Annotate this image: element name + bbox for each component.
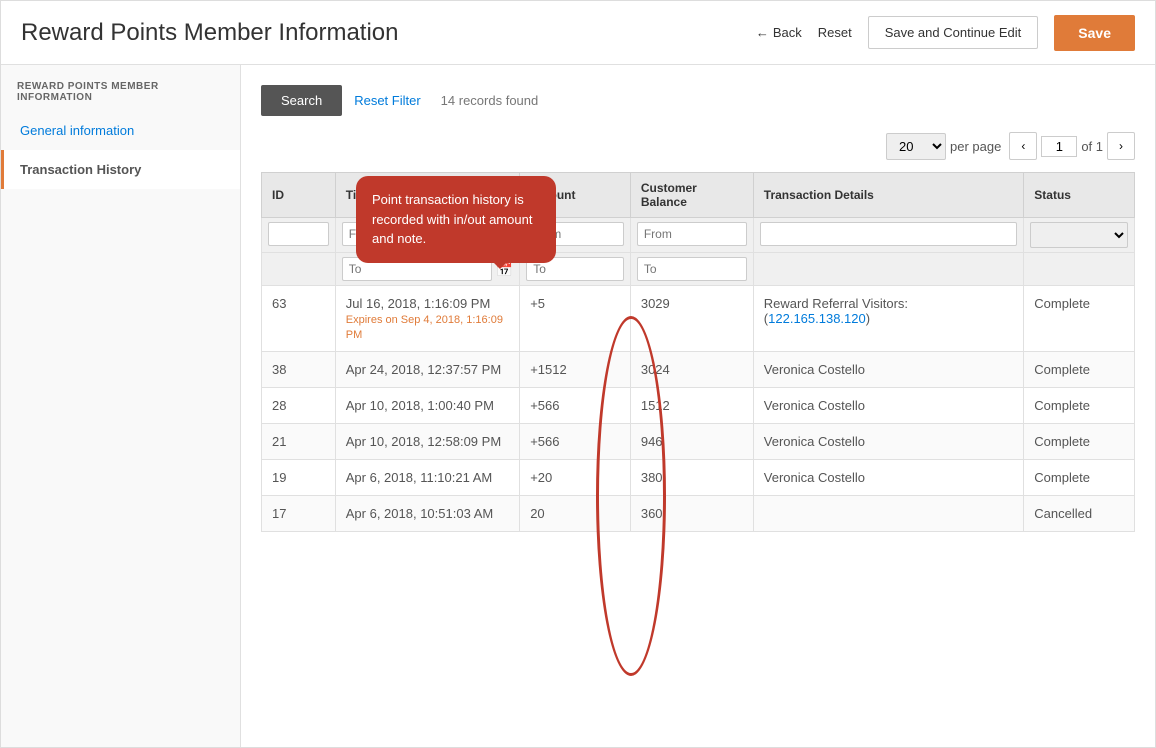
cell-balance: 1512 xyxy=(630,388,753,424)
cell-time: Apr 10, 2018, 12:58:09 PM xyxy=(335,424,519,460)
table-row: 63 Jul 16, 2018, 1:16:09 PM Expires on S… xyxy=(262,286,1135,352)
cell-amount: +5 xyxy=(520,286,631,352)
filter-status-cell: Complete Cancelled xyxy=(1024,218,1135,253)
back-arrow-icon: ← xyxy=(756,25,769,40)
detail-link[interactable]: 122.165.138.120 xyxy=(768,311,866,326)
toolbar: Search Reset Filter 14 records found xyxy=(261,85,1135,116)
filter-id-cell xyxy=(262,218,336,253)
cell-details: Veronica Costello xyxy=(753,352,1024,388)
col-header-id: ID xyxy=(262,173,336,218)
reset-button[interactable]: Reset xyxy=(818,25,852,40)
cell-details: Reward Referral Visitors: (122.165.138.1… xyxy=(753,286,1024,352)
filter-status-to-cell xyxy=(1024,253,1135,286)
filter-details-to-cell xyxy=(753,253,1024,286)
cell-id: 21 xyxy=(262,424,336,460)
cell-id: 17 xyxy=(262,496,336,532)
filter-id-input[interactable] xyxy=(268,222,329,246)
cell-amount: +566 xyxy=(520,388,631,424)
save-button[interactable]: Save xyxy=(1054,15,1135,51)
filter-balance-from-cell xyxy=(630,218,753,253)
save-continue-button[interactable]: Save and Continue Edit xyxy=(868,16,1039,49)
pagination: 20 50 100 per page ‹ of 1 › xyxy=(261,132,1135,160)
table-row: 28 Apr 10, 2018, 1:00:40 PM +566 1512 Ve… xyxy=(262,388,1135,424)
cell-status: Complete xyxy=(1024,352,1135,388)
cell-time: Apr 10, 2018, 1:00:40 PM xyxy=(335,388,519,424)
expires-value: Expires on Sep 4, 2018, 1:16:09 PM xyxy=(346,314,503,341)
cell-details: Veronica Costello xyxy=(753,388,1024,424)
cell-details xyxy=(753,496,1024,532)
current-page-input[interactable] xyxy=(1041,136,1077,157)
time-value: Apr 10, 2018, 1:00:40 PM xyxy=(346,398,494,413)
filter-details-cell xyxy=(753,218,1024,253)
cell-balance: 946 xyxy=(630,424,753,460)
cell-status: Complete xyxy=(1024,424,1135,460)
cell-status: Complete xyxy=(1024,286,1135,352)
time-value: Jul 16, 2018, 1:16:09 PM xyxy=(346,296,491,311)
page-wrapper: Reward Points Member Information ← Back … xyxy=(0,0,1156,748)
filter-status-select[interactable]: Complete Cancelled xyxy=(1030,222,1128,248)
sidebar-item-transaction-history[interactable]: Transaction History xyxy=(1,150,240,189)
col-header-status: Status xyxy=(1024,173,1135,218)
cell-time: Jul 16, 2018, 1:16:09 PM Expires on Sep … xyxy=(335,286,519,352)
filter-balance-to-input[interactable] xyxy=(637,257,747,281)
time-value: Apr 6, 2018, 10:51:03 AM xyxy=(346,506,493,521)
reset-filter-button[interactable]: Reset Filter xyxy=(354,93,420,108)
time-value: Apr 6, 2018, 11:10:21 AM xyxy=(346,470,492,485)
sidebar: REWARD POINTS MEMBER INFORMATION General… xyxy=(1,65,241,747)
table-row: 19 Apr 6, 2018, 11:10:21 AM +20 380 Vero… xyxy=(262,460,1135,496)
table-row: 38 Apr 24, 2018, 12:37:57 PM +1512 3024 … xyxy=(262,352,1135,388)
page-of-label: of 1 xyxy=(1081,139,1103,154)
cell-balance: 3029 xyxy=(630,286,753,352)
table-row: 17 Apr 6, 2018, 10:51:03 AM 20 360 Cance… xyxy=(262,496,1135,532)
per-page-label: per page xyxy=(950,139,1001,154)
header-actions: ← Back Reset Save and Continue Edit Save xyxy=(756,15,1135,51)
page-nav: ‹ of 1 › xyxy=(1009,132,1135,160)
col-header-transaction-details: Transaction Details xyxy=(753,173,1024,218)
callout-tooltip: Point transaction history is recorded wi… xyxy=(356,176,556,263)
page-header: Reward Points Member Information ← Back … xyxy=(1,1,1155,65)
cell-balance: 380 xyxy=(630,460,753,496)
col-header-customer-balance: Customer Balance xyxy=(630,173,753,218)
time-value: Apr 24, 2018, 12:37:57 PM xyxy=(346,362,501,377)
cell-id: 19 xyxy=(262,460,336,496)
sidebar-item-general-information[interactable]: General information xyxy=(1,111,240,150)
cell-balance: 360 xyxy=(630,496,753,532)
cell-time: Apr 6, 2018, 10:51:03 AM xyxy=(335,496,519,532)
table-row: 21 Apr 10, 2018, 12:58:09 PM +566 946 Ve… xyxy=(262,424,1135,460)
next-page-button[interactable]: › xyxy=(1107,132,1135,160)
filter-id-to-cell xyxy=(262,253,336,286)
cell-id: 63 xyxy=(262,286,336,352)
cell-time: Apr 6, 2018, 11:10:21 AM xyxy=(335,460,519,496)
cell-amount: +566 xyxy=(520,424,631,460)
cell-balance: 3024 xyxy=(630,352,753,388)
cell-id: 28 xyxy=(262,388,336,424)
sidebar-general-info-link[interactable]: General information xyxy=(20,123,134,138)
filter-balance-to-cell xyxy=(630,253,753,286)
cell-details: Veronica Costello xyxy=(753,460,1024,496)
cell-amount: +1512 xyxy=(520,352,631,388)
cell-amount: +20 xyxy=(520,460,631,496)
cell-status: Cancelled xyxy=(1024,496,1135,532)
main-layout: REWARD POINTS MEMBER INFORMATION General… xyxy=(1,65,1155,747)
filter-balance-from-input[interactable] xyxy=(637,222,747,246)
cell-amount: 20 xyxy=(520,496,631,532)
cell-status: Complete xyxy=(1024,388,1135,424)
records-found: 14 records found xyxy=(441,93,539,108)
cell-time: Apr 24, 2018, 12:37:57 PM xyxy=(335,352,519,388)
prev-page-button[interactable]: ‹ xyxy=(1009,132,1037,160)
sidebar-section-title: REWARD POINTS MEMBER INFORMATION xyxy=(1,65,240,111)
cell-details: Veronica Costello xyxy=(753,424,1024,460)
back-button[interactable]: ← Back xyxy=(756,25,802,40)
per-page-dropdown[interactable]: 20 50 100 xyxy=(886,133,946,160)
filter-details-input[interactable] xyxy=(760,222,1018,246)
page-title: Reward Points Member Information xyxy=(21,19,756,47)
content-area: Search Reset Filter 14 records found 20 … xyxy=(241,65,1155,747)
per-page-select: 20 50 100 per page xyxy=(886,133,1001,160)
cell-id: 38 xyxy=(262,352,336,388)
search-button[interactable]: Search xyxy=(261,85,342,116)
cell-status: Complete xyxy=(1024,460,1135,496)
time-value: Apr 10, 2018, 12:58:09 PM xyxy=(346,434,501,449)
